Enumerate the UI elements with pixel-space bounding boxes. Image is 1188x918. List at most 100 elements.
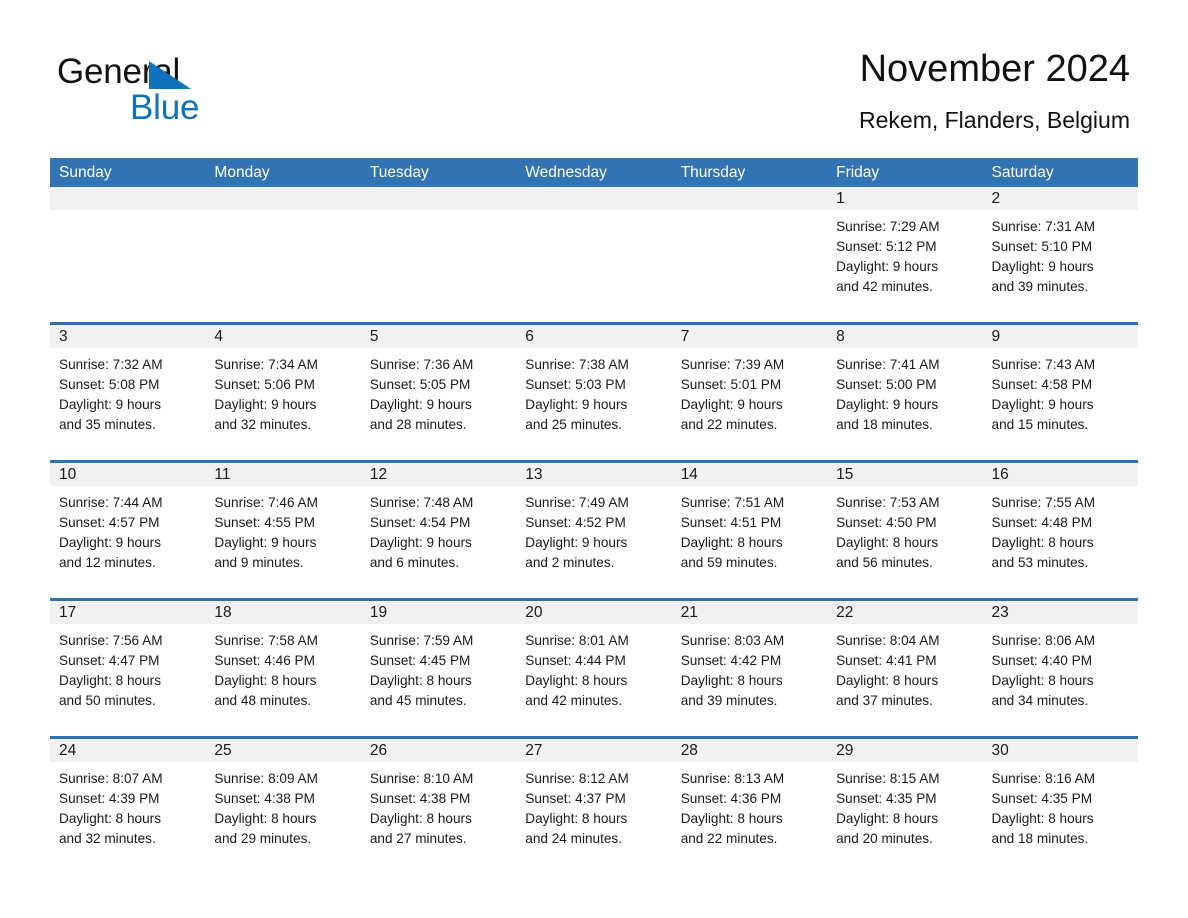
calendar-day-cell[interactable]: 19 Sunrise: 7:59 AM Sunset: 4:45 PM Dayligh… — [360, 601, 517, 736]
day-info: Sunrise: 7:34 AM Sunset: 5:06 PM Daylight:… — [205, 348, 360, 435]
sunset-text: Sunset: 5:03 PM — [525, 377, 626, 392]
calendar-day-cell[interactable]: 3 Sunrise: 7:32 AM Sunset: 5:08 PM Daylight… — [50, 325, 206, 460]
calendar-day-cell[interactable]: 6 Sunrise: 7:38 AM Sunset: 5:03 PM Daylight… — [516, 325, 672, 460]
sunrise-text: Sunrise: 7:32 AM — [59, 357, 163, 372]
sunset-text: Sunset: 4:38 PM — [369, 791, 471, 806]
sunset-text: Sunset: 4:48 PM — [991, 515, 1093, 530]
sunset-text: Sunset: 4:36 PM — [680, 791, 782, 806]
calendar-day-cell[interactable]: 12 Sunrise: 7:48 AM Sunset: 4:54 PM Dayligh… — [360, 463, 517, 598]
sunset-text: Sunset: 4:45 PM — [369, 653, 471, 668]
calendar-day-cell[interactable]: 11 Sunrise: 7:46 AM Sunset: 4:55 PM Dayligh… — [205, 463, 361, 598]
calendar-day-cell[interactable]: 24 Sunrise: 8:07 AM Sunset: 4:39 PM Dayligh… — [50, 739, 206, 874]
calendar-day-cell[interactable]: 1 Sunrise: 7:29 AM Sunset: 5:12 PM Daylight… — [827, 187, 983, 322]
calendar-week-row: 17 Sunrise: 7:56 AM Sunset: 4:47 PM Dayligh… — [50, 598, 1138, 736]
sunset-text: Sunset: 4:52 PM — [525, 515, 626, 530]
calendar-day-cell[interactable]: 16 Sunrise: 7:55 AM Sunset: 4:48 PM Dayligh… — [982, 463, 1138, 598]
calendar-day-cell[interactable]: 7 Sunrise: 7:39 AM Sunset: 5:01 PM Daylight… — [671, 325, 828, 460]
calendar-day-cell[interactable]: 30 Sunrise: 8:16 AM Sunset: 4:35 PM Dayligh… — [982, 739, 1138, 874]
daylight-text-line2: and 18 minutes. — [991, 831, 1089, 846]
daylight-text-line1: Daylight: 8 hours — [369, 673, 472, 688]
triangle-logo-icon — [149, 61, 191, 89]
day-info: Sunrise: 7:39 AM Sunset: 5:01 PM Daylight:… — [672, 348, 827, 435]
calendar-day-cell[interactable]: 27 Sunrise: 8:12 AM Sunset: 4:37 PM Dayligh… — [516, 739, 672, 874]
calendar-day-cell[interactable]: 5 Sunrise: 7:36 AM Sunset: 5:05 PM Daylight… — [360, 325, 517, 460]
day-info: Sunrise: 8:06 AM Sunset: 4:40 PM Daylight:… — [983, 624, 1138, 711]
sunset-text: Sunset: 5:08 PM — [59, 377, 160, 392]
calendar-day-cell[interactable]: 15 Sunrise: 7:53 AM Sunset: 4:50 PM Dayligh… — [827, 463, 983, 598]
calendar-day-cell[interactable]: 28 Sunrise: 8:13 AM Sunset: 4:36 PM Dayligh… — [671, 739, 828, 874]
day-number-band: 3 — [50, 325, 206, 348]
calendar-day-cell[interactable]: 23 Sunrise: 8:06 AM Sunset: 4:40 PM Dayligh… — [982, 601, 1138, 736]
sunset-text: Sunset: 4:37 PM — [525, 791, 626, 806]
calendar-day-cell[interactable]: 18 Sunrise: 7:58 AM Sunset: 4:46 PM Dayligh… — [205, 601, 361, 736]
sunrise-text: Sunrise: 8:10 AM — [369, 771, 474, 786]
week-cells: 17 Sunrise: 7:56 AM Sunset: 4:47 PM Dayligh… — [50, 601, 1138, 736]
sunrise-text: Sunrise: 7:38 AM — [525, 357, 629, 372]
day-number-band: 5 — [360, 325, 517, 348]
weekday-header-friday: Friday — [836, 164, 880, 181]
day-info: Sunrise: 7:44 AM Sunset: 4:57 PM Daylight:… — [50, 486, 205, 573]
calendar-day-cell[interactable]: 9 Sunrise: 7:43 AM Sunset: 4:58 PM Daylight… — [982, 325, 1138, 460]
day-number: 16 — [991, 466, 1009, 483]
day-info: Sunrise: 8:10 AM Sunset: 4:38 PM Daylight:… — [361, 762, 516, 849]
brand-logo[interactable]: General Blue — [57, 52, 387, 132]
day-number-band — [50, 187, 206, 210]
sunset-text: Sunset: 4:40 PM — [991, 653, 1093, 668]
sunrise-text: Sunrise: 7:55 AM — [991, 495, 1096, 510]
daylight-text-line2: and 22 minutes. — [680, 831, 778, 846]
daylight-text-line2: and 35 minutes. — [59, 417, 156, 432]
calendar-day-cell[interactable]: 10 Sunrise: 7:44 AM Sunset: 4:57 PM Dayligh… — [50, 463, 206, 598]
daylight-text-line2: and 22 minutes. — [680, 417, 778, 432]
day-number-band: 27 — [516, 739, 672, 762]
daylight-text-line1: Daylight: 9 hours — [214, 535, 317, 550]
week-cells: 1 Sunrise: 7:29 AM Sunset: 5:12 PM Daylight… — [50, 187, 1138, 322]
calendar-day-cell[interactable]: 29 Sunrise: 8:15 AM Sunset: 4:35 PM Dayligh… — [827, 739, 983, 874]
calendar-day-cell[interactable]: 2 Sunrise: 7:31 AM Sunset: 5:10 PM Daylight… — [982, 187, 1138, 322]
calendar-day-cell-empty — [205, 187, 361, 322]
day-info: Sunrise: 8:16 AM Sunset: 4:35 PM Daylight:… — [983, 762, 1138, 849]
day-number-band: 1 — [827, 187, 983, 210]
sunset-text: Sunset: 5:10 PM — [991, 239, 1093, 254]
calendar-day-cell[interactable]: 21 Sunrise: 8:03 AM Sunset: 4:42 PM Dayligh… — [671, 601, 828, 736]
day-info: Sunrise: 7:32 AM Sunset: 5:08 PM Daylight:… — [50, 348, 205, 435]
sunset-text: Sunset: 4:42 PM — [680, 653, 782, 668]
daylight-text-line2: and 37 minutes. — [836, 693, 933, 708]
daylight-text-line2: and 28 minutes. — [369, 417, 467, 432]
daylight-text-line2: and 2 minutes. — [525, 555, 615, 570]
day-number: 23 — [991, 604, 1009, 621]
daylight-text-line2: and 24 minutes. — [525, 831, 622, 846]
day-number: 20 — [525, 604, 543, 621]
calendar-day-cell[interactable]: 13 Sunrise: 7:49 AM Sunset: 4:52 PM Dayligh… — [516, 463, 672, 598]
daylight-text-line1: Daylight: 9 hours — [59, 397, 162, 412]
daylight-text-line1: Daylight: 9 hours — [991, 397, 1094, 412]
calendar-day-cell-empty — [671, 187, 828, 322]
sunset-text: Sunset: 4:41 PM — [836, 653, 937, 668]
day-number: 1 — [836, 190, 845, 207]
calendar-day-cell[interactable]: 25 Sunrise: 8:09 AM Sunset: 4:38 PM Dayligh… — [205, 739, 361, 874]
calendar-day-cell[interactable]: 14 Sunrise: 7:51 AM Sunset: 4:51 PM Dayligh… — [671, 463, 828, 598]
daylight-text-line2: and 6 minutes. — [369, 555, 460, 570]
day-number: 11 — [214, 466, 231, 483]
day-info: Sunrise: 8:15 AM Sunset: 4:35 PM Daylight:… — [827, 762, 982, 849]
calendar-week-row: 3 Sunrise: 7:32 AM Sunset: 5:08 PM Daylight… — [50, 322, 1138, 460]
day-number: 28 — [680, 742, 698, 759]
daylight-text-line2: and 42 minutes. — [525, 693, 622, 708]
day-number: 13 — [525, 466, 543, 483]
day-number-band: 18 — [205, 601, 361, 624]
day-number: 4 — [214, 328, 224, 345]
calendar-day-cell[interactable]: 22 Sunrise: 8:04 AM Sunset: 4:41 PM Dayligh… — [827, 601, 983, 736]
daylight-text-line1: Daylight: 8 hours — [214, 811, 317, 826]
day-info: Sunrise: 8:12 AM Sunset: 4:37 PM Daylight:… — [516, 762, 671, 849]
day-info: Sunrise: 7:41 AM Sunset: 5:00 PM Daylight:… — [827, 348, 982, 435]
calendar-week-row: 1 Sunrise: 7:29 AM Sunset: 5:12 PM Daylight… — [50, 187, 1138, 322]
calendar-day-cell[interactable]: 20 Sunrise: 8:01 AM Sunset: 4:44 PM Dayligh… — [516, 601, 672, 736]
day-number-band: 30 — [982, 739, 1138, 762]
daylight-text-line2: and 45 minutes. — [369, 693, 467, 708]
calendar-day-cell[interactable]: 17 Sunrise: 7:56 AM Sunset: 4:47 PM Dayligh… — [50, 601, 206, 736]
calendar-day-cell[interactable]: 26 Sunrise: 8:10 AM Sunset: 4:38 PM Dayligh… — [360, 739, 517, 874]
daylight-text-line1: Daylight: 8 hours — [369, 811, 472, 826]
weekday-header-thursday: Thursday — [680, 164, 746, 181]
daylight-text-line1: Daylight: 9 hours — [369, 397, 472, 412]
calendar-day-cell[interactable]: 4 Sunrise: 7:34 AM Sunset: 5:06 PM Daylight… — [205, 325, 361, 460]
calendar-day-cell[interactable]: 8 Sunrise: 7:41 AM Sunset: 5:00 PM Daylight… — [827, 325, 983, 460]
